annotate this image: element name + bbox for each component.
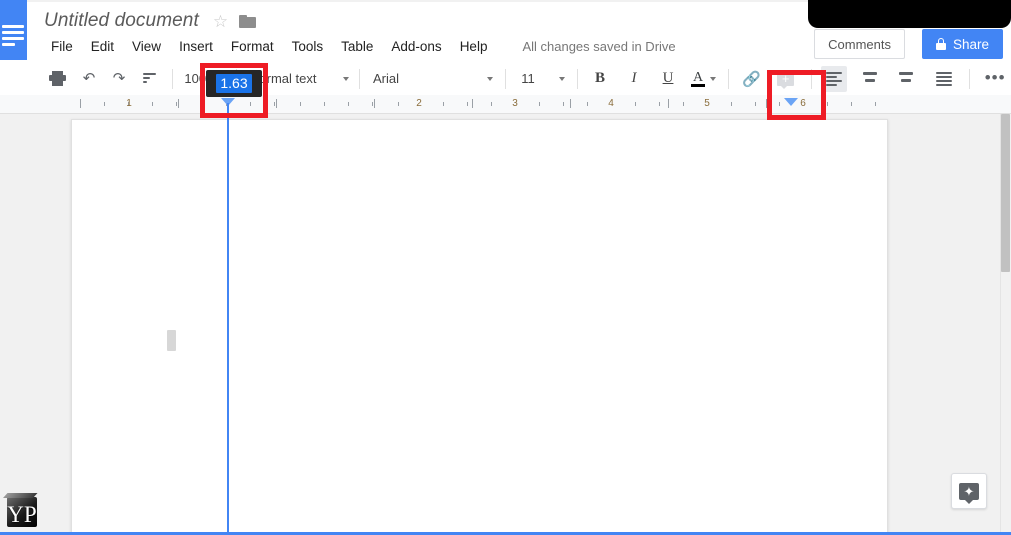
font-size-dropdown[interactable]: 11: [511, 66, 565, 92]
menu-item-view[interactable]: View: [123, 36, 170, 57]
ruler-number-3: 3: [512, 98, 518, 109]
numbered-list-button[interactable]: [893, 66, 919, 92]
annotation-box-indent-tooltip: [200, 63, 268, 118]
logo-line-4: [2, 43, 15, 46]
formatting-toolbar: ↶ ↷ 100% Normal text Arial 11 B I U A 🔗 …: [0, 62, 1011, 95]
more-icon: •••: [984, 68, 1006, 88]
star-icon[interactable]: ☆: [213, 13, 228, 30]
lock-icon: [935, 38, 946, 50]
redo-button[interactable]: ↷: [106, 66, 132, 92]
toolbar-divider-6: [728, 68, 729, 89]
text-color-button[interactable]: A: [691, 66, 716, 92]
undo-icon: ↶: [82, 70, 96, 87]
chevron-down-icon: [710, 76, 716, 81]
menu-item-insert[interactable]: Insert: [170, 36, 222, 57]
logo-line-3: [2, 37, 24, 40]
text-color-swatch: [691, 83, 705, 87]
explore-button[interactable]: ✦: [951, 473, 987, 509]
explore-sparkle-icon: ✦: [959, 482, 979, 504]
align-justify-icon: [935, 72, 952, 86]
menu-item-tools[interactable]: Tools: [283, 36, 333, 57]
justify-button[interactable]: [931, 66, 957, 92]
chevron-down-icon: [343, 76, 349, 81]
bold-icon: B: [594, 70, 605, 86]
print-button[interactable]: [44, 66, 70, 92]
printer-icon: [48, 71, 66, 86]
scrollbar-thumb[interactable]: [1001, 114, 1010, 272]
menu-bar: File Edit View Insert Format Tools Table…: [42, 34, 676, 58]
toolbar-divider-3: [359, 68, 360, 89]
share-button-label: Share: [952, 36, 989, 52]
title-row: Untitled document ☆: [44, 8, 257, 34]
folder-body: [239, 16, 257, 28]
vertical-scrollbar[interactable]: [1000, 114, 1011, 535]
menu-item-format[interactable]: Format: [222, 36, 283, 57]
toolbar-divider-1: [172, 68, 173, 89]
font-size-value: 11: [521, 71, 535, 86]
toolbar-divider-8: [968, 68, 970, 89]
lock-body: [935, 43, 946, 50]
comments-button[interactable]: Comments: [814, 29, 905, 59]
toolbar-divider-4: [505, 68, 506, 89]
underline-icon: U: [662, 70, 674, 86]
ruler-number-1: 1: [126, 98, 132, 109]
menu-item-addons[interactable]: Add-ons: [382, 36, 450, 57]
menu-item-table[interactable]: Table: [332, 36, 382, 57]
numbered-list-icon: [897, 72, 915, 85]
menu-item-help[interactable]: Help: [451, 36, 497, 57]
sparkle-glyph: ✦: [963, 483, 975, 499]
indent-guide-line: [227, 114, 229, 535]
save-status-text: All changes saved in Drive: [522, 38, 676, 54]
underline-button[interactable]: U: [655, 66, 681, 92]
chevron-down-icon: [487, 76, 493, 81]
share-button[interactable]: Share: [921, 29, 1003, 59]
toolbar-divider-5: [577, 68, 578, 89]
link-icon: 🔗: [742, 70, 761, 88]
ruler-number-4: 4: [608, 98, 614, 109]
line-spacing-button[interactable]: [857, 66, 883, 92]
more-options-button[interactable]: •••: [981, 66, 1010, 92]
ruler-number-2: 2: [416, 98, 422, 109]
drag-cursor: [167, 330, 176, 351]
menu-item-file[interactable]: File: [42, 36, 82, 57]
yp-watermark-logo: YP: [3, 493, 41, 533]
redo-icon: ↷: [112, 70, 126, 87]
font-family-value: Arial: [373, 71, 400, 86]
chevron-down-icon: [559, 76, 565, 81]
document-page[interactable]: [71, 119, 888, 535]
paint-format-button[interactable]: [136, 66, 162, 92]
google-docs-logo[interactable]: [0, 0, 27, 60]
yp-watermark-text: YP: [7, 502, 37, 527]
redaction-overlay: [808, 0, 1011, 28]
folder-icon[interactable]: [239, 14, 257, 28]
logo-line-2: [2, 31, 24, 34]
insert-link-button[interactable]: 🔗: [738, 66, 765, 92]
font-family-dropdown[interactable]: Arial: [365, 66, 493, 92]
document-title[interactable]: Untitled document: [44, 10, 199, 32]
undo-button[interactable]: ↶: [76, 66, 102, 92]
italic-icon: I: [631, 70, 637, 86]
text-color-icon: A: [691, 70, 705, 87]
google-docs-window: Untitled document ☆ File Edit View Inser…: [0, 0, 1011, 535]
horizontal-ruler[interactable]: 1 2 3 4 5 6: [0, 95, 1011, 114]
align-left-icon: [825, 72, 842, 86]
logo-line-1: [2, 25, 24, 28]
paint-format-icon: [142, 72, 156, 85]
document-canvas[interactable]: ✦: [0, 114, 1011, 535]
line-spacing-icon: [861, 72, 879, 85]
annotation-box-right-indent: [767, 70, 826, 120]
menu-item-edit[interactable]: Edit: [82, 36, 123, 57]
italic-button[interactable]: I: [621, 66, 647, 92]
bold-button[interactable]: B: [587, 66, 613, 92]
ruler-number-5: 5: [704, 98, 710, 109]
